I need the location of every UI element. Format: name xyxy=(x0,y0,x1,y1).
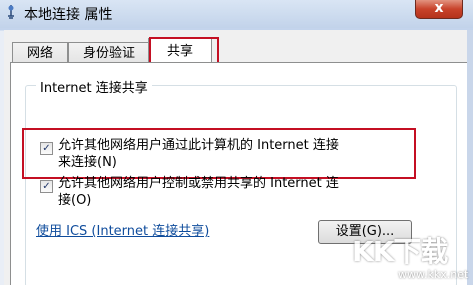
watermark: KK下载 www.kkx.net xyxy=(352,230,470,282)
title-bar[interactable]: 本地连接 属性 x xyxy=(0,0,473,28)
watermark-logo: KK下载 xyxy=(352,235,448,268)
window-title: 本地连接 属性 xyxy=(24,7,113,23)
allow-connect-checkbox[interactable]: ✓ xyxy=(40,142,53,155)
network-connection-icon xyxy=(8,5,14,19)
allow-control-label-line1[interactable]: 允许其他网络用户控制或禁用共享的 Internet 连 xyxy=(58,176,339,192)
close-button[interactable]: x xyxy=(415,0,463,19)
ics-info-link[interactable]: 使用 ICS (Internet 连接共享) xyxy=(36,220,209,239)
allow-control-checkbox[interactable]: ✓ xyxy=(40,180,53,193)
allow-connect-label-line2[interactable]: 来连接(N) xyxy=(58,155,117,171)
tab-strip: 网络 身份验证 共享 xyxy=(8,36,468,75)
allow-connect-label-line1[interactable]: 允许其他网络用户通过此计算机的 Internet 连接 xyxy=(58,138,339,154)
ics-group-title: Internet 连接共享 xyxy=(36,77,152,96)
watermark-url: www.kkx.net xyxy=(398,268,469,281)
properties-window: 本地连接 属性 x 网络 身份验证 共享 Internet 连接共享 ✓ 允许其… xyxy=(0,0,473,285)
allow-control-label-line2[interactable]: 接(O) xyxy=(58,193,91,209)
